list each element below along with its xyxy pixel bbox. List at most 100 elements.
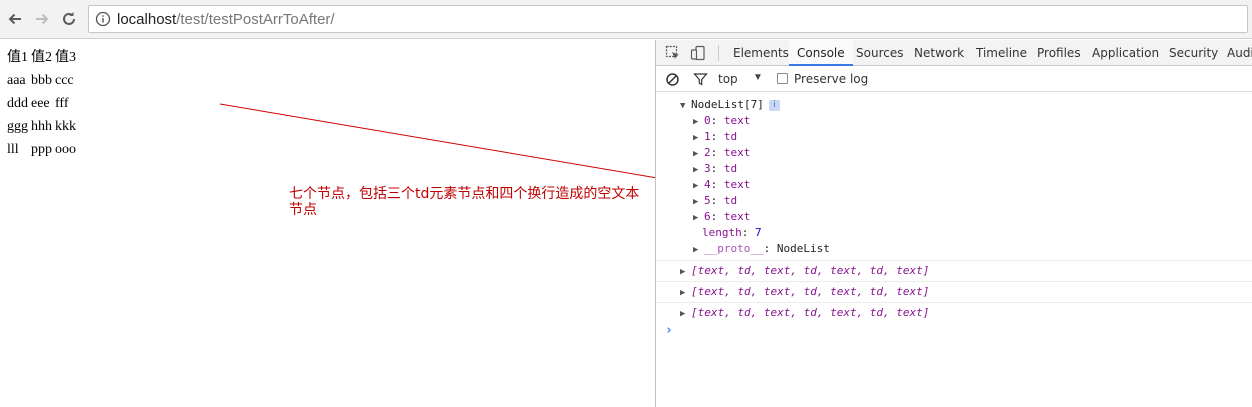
table-cell: bbb: [31, 73, 52, 88]
table-row: aaa bbb ccc: [7, 71, 79, 94]
table-cell: 值1: [7, 50, 28, 65]
reload-button[interactable]: [58, 8, 80, 30]
table-cell: aaa: [7, 73, 26, 88]
preserve-log-checkbox[interactable]: [777, 73, 788, 84]
nodelist-item[interactable]: ▶ 1: td: [693, 129, 737, 145]
table-row: lll ppp ooo: [7, 140, 79, 163]
item-type: td: [723, 194, 738, 207]
page-viewport: 值1 值2 值3 aaa bbb ccc ddd eee fff ggg hhh kkk lll ppp o…: [0, 40, 655, 407]
expand-right-icon[interactable]: ▶: [693, 162, 704, 178]
nodelist-header[interactable]: ▼ NodeList[7] i: [680, 97, 780, 113]
nodelist-item[interactable]: ▶ 4: text: [693, 177, 750, 193]
item-type: td: [723, 162, 738, 175]
tab-timeline[interactable]: Timeline: [976, 40, 1027, 66]
url-host: localhost: [117, 11, 177, 28]
back-arrow-icon: [8, 13, 21, 25]
proto-property[interactable]: ▶ __proto__: NodeList: [693, 241, 830, 257]
forward-button[interactable]: [31, 8, 53, 30]
length-property: length: 7: [702, 226, 762, 239]
table-cell: ddd: [7, 96, 28, 111]
tab-network[interactable]: Network: [914, 40, 964, 66]
devtools-panel: Elements Console Sources Network Timelin…: [655, 40, 1252, 407]
tab-separator: [718, 45, 719, 61]
url-path: /test/testPostArrToAfter/: [176, 11, 335, 28]
item-index: 4: [704, 178, 711, 191]
table-cell: ggg: [7, 119, 28, 134]
item-index: 0: [704, 114, 711, 127]
console-message[interactable]: ▶ [text, td, text, td, text, td, text]: [656, 302, 1252, 323]
url-text: localhost/test/testPostArrToAfter/: [117, 11, 335, 29]
item-type: text: [723, 210, 751, 223]
item-index: 1: [704, 130, 711, 143]
item-index: 2: [704, 146, 711, 159]
item-index: 3: [704, 162, 711, 175]
expand-right-icon[interactable]: ▶: [680, 304, 691, 324]
table-cell: fff: [55, 96, 69, 111]
context-selector[interactable]: top: [718, 72, 738, 86]
device-toolbar-icon[interactable]: [689, 44, 707, 62]
tab-audits[interactable]: Audit: [1227, 40, 1252, 66]
reload-icon: [63, 12, 75, 25]
annotation-text: 七个节点，包括三个td元素节点和四个换行造成的空文本节点: [289, 186, 640, 218]
expand-right-icon[interactable]: ▶: [693, 194, 704, 210]
expand-right-icon[interactable]: ▶: [693, 210, 704, 226]
table-cell: ppp: [31, 142, 52, 157]
tab-elements[interactable]: Elements: [733, 40, 789, 66]
array-text: [text, td, text, td, text, td, text]: [691, 306, 930, 319]
context-dropdown-icon[interactable]: ▼: [753, 72, 763, 83]
console-message[interactable]: ▶ [text, td, text, td, text, td, text]: [656, 260, 1252, 281]
console-message[interactable]: ▶ [text, td, text, td, text, td, text]: [656, 281, 1252, 302]
browser-toolbar: localhost/test/testPostArrToAfter/: [0, 0, 1252, 39]
table-cell: lll: [7, 142, 19, 157]
devtools-tab-bar: Elements Console Sources Network Timelin…: [656, 40, 1252, 66]
table-cell: ooo: [55, 142, 76, 157]
table-cell: 值3: [55, 50, 76, 65]
tab-profiles[interactable]: Profiles: [1037, 40, 1081, 66]
table-cell: 值2: [31, 50, 52, 65]
nodelist-item[interactable]: ▶ 6: text: [693, 209, 750, 225]
expand-right-icon[interactable]: ▶: [680, 262, 691, 282]
inspect-element-icon[interactable]: [664, 44, 682, 62]
nodelist-item[interactable]: ▶ 3: td: [693, 161, 737, 177]
tab-security[interactable]: Security: [1169, 40, 1218, 66]
item-type: text: [723, 146, 751, 159]
filter-icon[interactable]: [693, 72, 708, 87]
console-filter-bar: top ▼ Preserve log: [656, 67, 1252, 92]
nodelist-item[interactable]: ▶ 0: text: [693, 113, 750, 129]
info-badge-icon[interactable]: i: [768, 100, 780, 111]
item-index: 6: [704, 210, 711, 223]
tab-sources[interactable]: Sources: [856, 40, 903, 66]
item-type: text: [723, 178, 751, 191]
tab-application[interactable]: Application: [1092, 40, 1159, 66]
expand-right-icon[interactable]: ▶: [680, 283, 691, 303]
table-row: ggg hhh kkk: [7, 117, 79, 140]
expand-down-icon[interactable]: ▼: [680, 98, 691, 114]
table-cell: ccc: [55, 73, 74, 88]
table-cell: eee: [31, 96, 50, 111]
item-index: 5: [704, 194, 711, 207]
nodelist-item[interactable]: ▶ 2: text: [693, 145, 750, 161]
console-output: ▼ NodeList[7] i ▶ 0: text ▶ 1: td ▶ 2: text ▶ 3: …: [656, 93, 1252, 407]
address-bar[interactable]: localhost/test/testPostArrToAfter/: [88, 5, 1248, 33]
console-prompt-icon[interactable]: ›: [665, 323, 673, 338]
info-icon[interactable]: [95, 11, 111, 27]
expand-right-icon[interactable]: ▶: [693, 114, 704, 130]
expand-right-icon[interactable]: ▶: [693, 178, 704, 194]
clear-console-icon[interactable]: [665, 72, 680, 87]
data-table: 值1 值2 值3 aaa bbb ccc ddd eee fff ggg hhh kkk lll ppp o…: [7, 48, 79, 163]
table-row: ddd eee fff: [7, 94, 79, 117]
back-button[interactable]: [4, 8, 26, 30]
expand-right-icon[interactable]: ▶: [693, 130, 704, 146]
expand-right-icon[interactable]: ▶: [693, 146, 704, 162]
forward-arrow-icon: [36, 13, 49, 25]
table-row: 值1 值2 值3: [7, 48, 79, 71]
preserve-log-label: Preserve log: [794, 72, 869, 86]
table-cell: hhh: [31, 119, 52, 134]
item-type: td: [723, 130, 738, 143]
tab-console[interactable]: Console: [789, 40, 853, 66]
nodelist-item[interactable]: ▶ 5: td: [693, 193, 737, 209]
array-text: [text, td, text, td, text, td, text]: [691, 264, 930, 277]
table-cell: kkk: [55, 119, 76, 134]
item-type: text: [723, 114, 751, 127]
expand-right-icon[interactable]: ▶: [693, 242, 704, 258]
